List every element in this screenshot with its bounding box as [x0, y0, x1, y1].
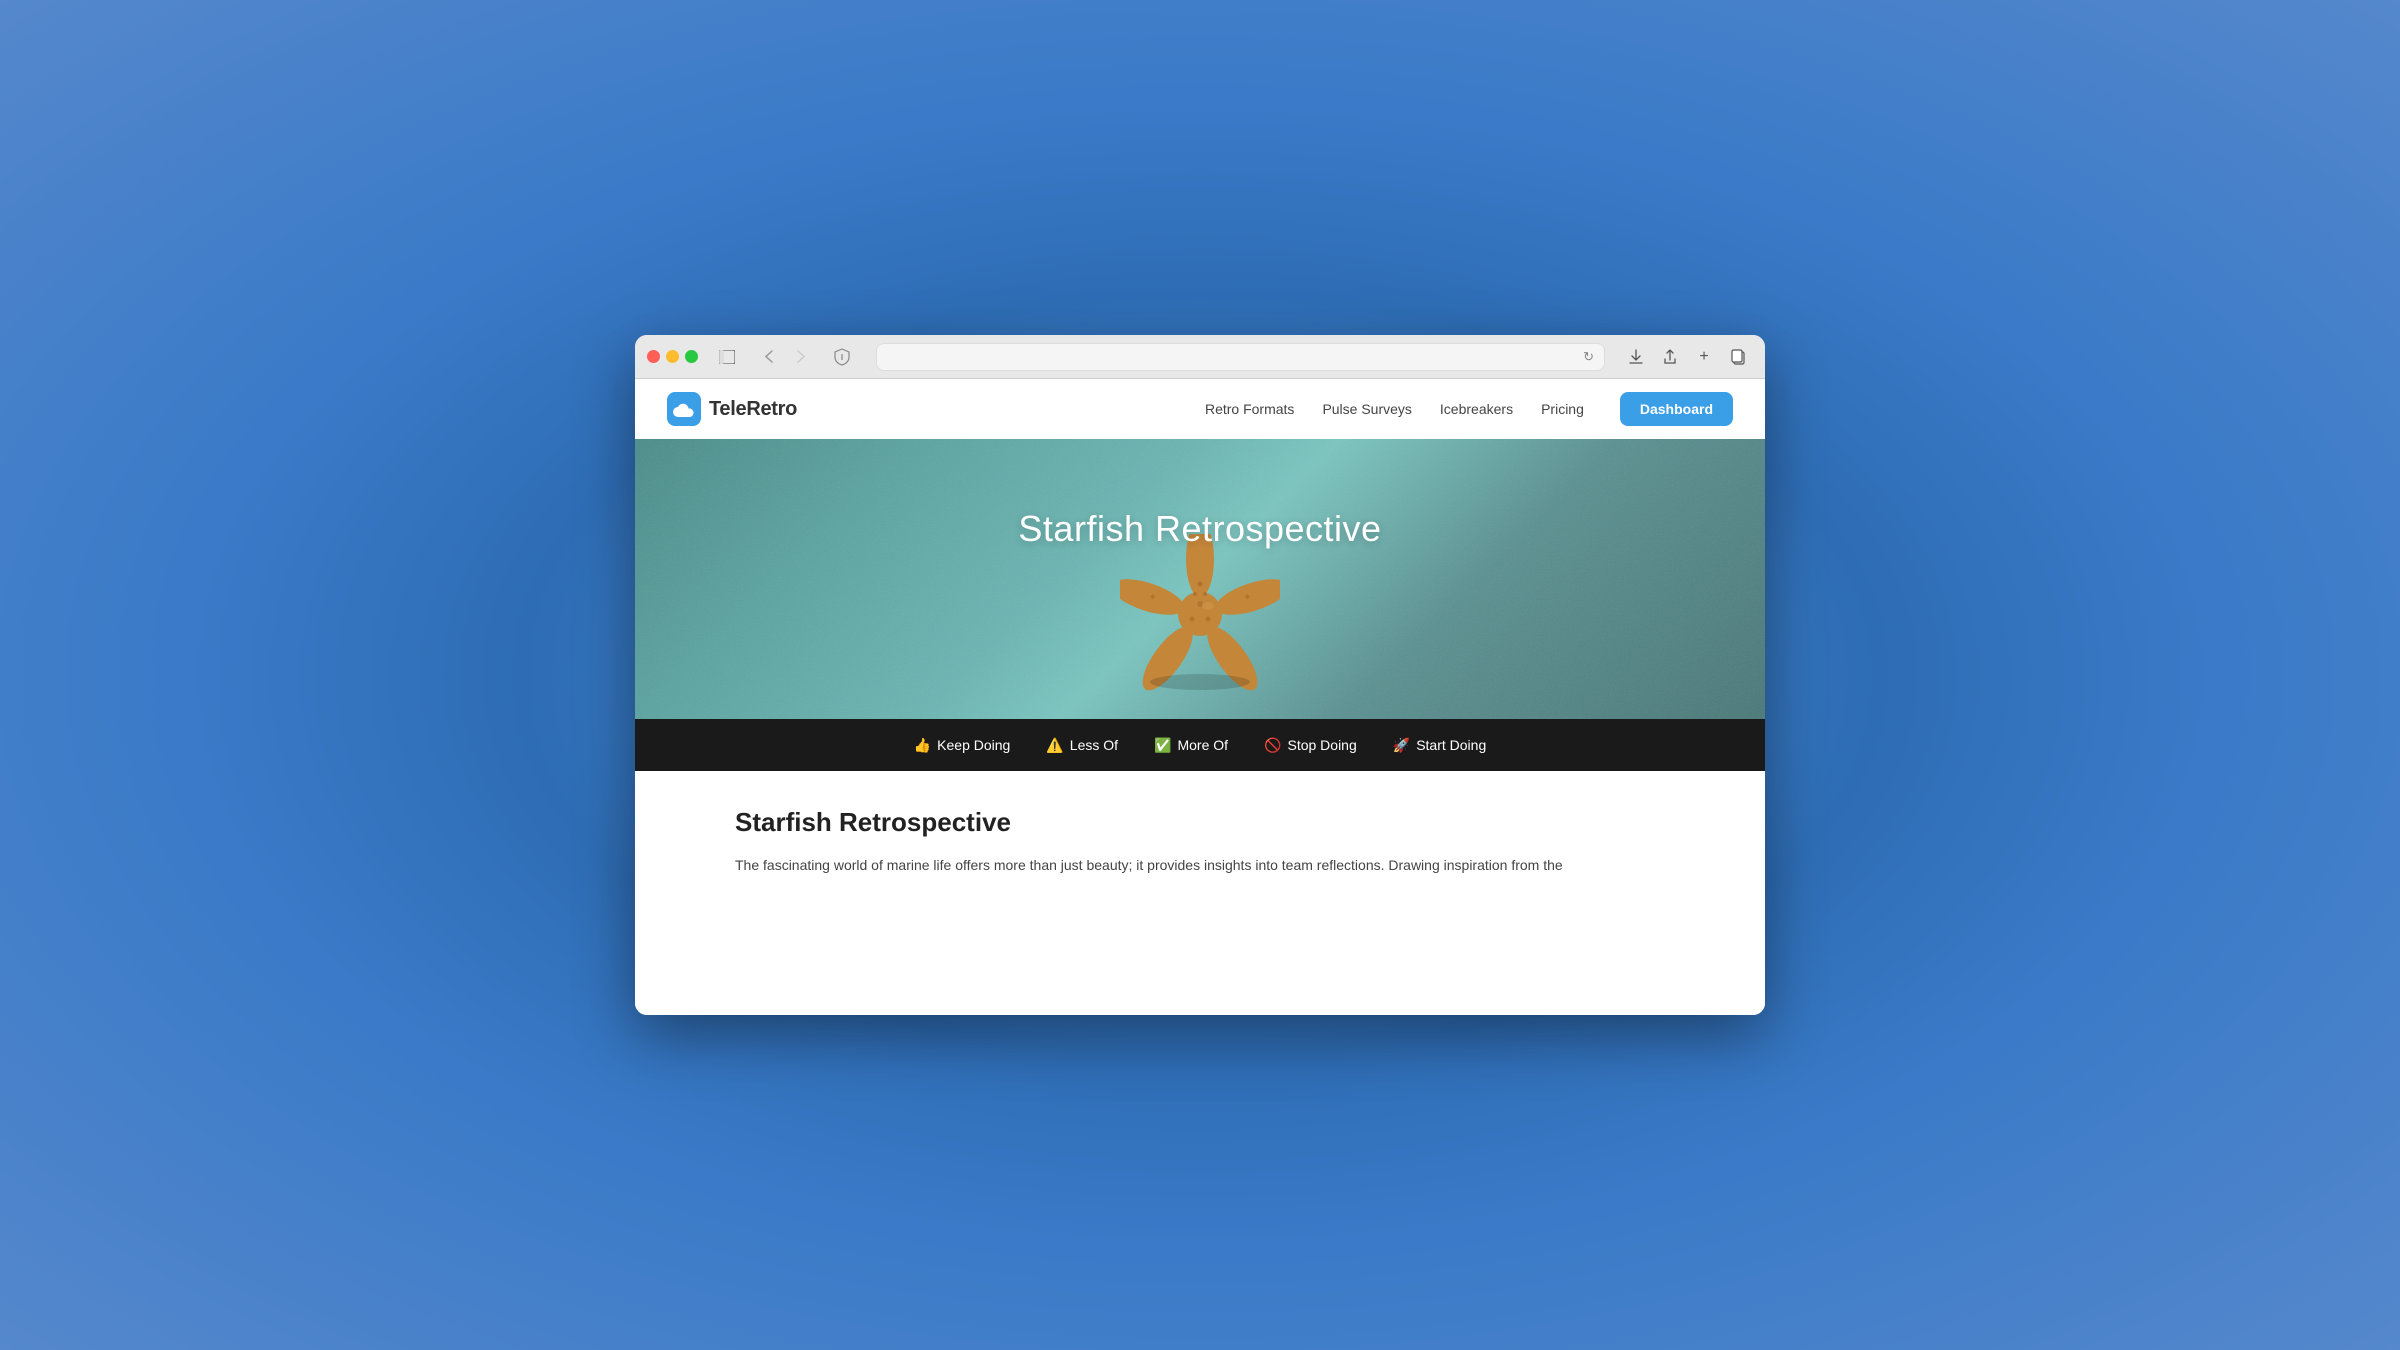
- content-title: Starfish Retrospective: [735, 807, 1665, 838]
- new-tab-icon[interactable]: +: [1689, 344, 1719, 370]
- browser-chrome: ↻ +: [635, 335, 1765, 379]
- traffic-lights: [647, 350, 698, 363]
- reload-icon[interactable]: ↻: [1583, 349, 1594, 365]
- fullscreen-button[interactable]: [685, 350, 698, 363]
- download-icon[interactable]: [1621, 344, 1651, 370]
- back-button[interactable]: [754, 344, 784, 370]
- nav-links: Retro Formats Pulse Surveys Icebreakers …: [1205, 392, 1733, 426]
- stop-doing-label: Stop Doing: [1287, 737, 1356, 753]
- shield-icon: [828, 343, 856, 371]
- nav-icebreakers[interactable]: Icebreakers: [1440, 401, 1513, 417]
- site-nav: TeleRetro Retro Formats Pulse Surveys Ic…: [635, 379, 1765, 439]
- start-doing-emoji: 🚀: [1393, 737, 1410, 754]
- content-area: Starfish Retrospective The fascinating w…: [635, 771, 1765, 1015]
- nav-retro-formats[interactable]: Retro Formats: [1205, 401, 1294, 417]
- more-of-label: More Of: [1177, 737, 1228, 753]
- category-stop-doing[interactable]: 🚫 Stop Doing: [1264, 737, 1357, 754]
- category-bar: 👍 Keep Doing ⚠️ Less Of ✅ More Of 🚫 Stop…: [635, 719, 1765, 771]
- sidebar-toggle-button[interactable]: [712, 344, 742, 370]
- keep-doing-emoji: 👍: [914, 737, 931, 754]
- content-text: The fascinating world of marine life off…: [735, 854, 1665, 876]
- keep-doing-label: Keep Doing: [937, 737, 1010, 753]
- minimize-button[interactable]: [666, 350, 679, 363]
- category-less-of[interactable]: ⚠️ Less Of: [1046, 737, 1118, 754]
- browser-window: ↻ +: [635, 335, 1765, 1015]
- stop-doing-emoji: 🚫: [1264, 737, 1281, 754]
- dashboard-button[interactable]: Dashboard: [1620, 392, 1733, 426]
- nav-buttons: [754, 344, 816, 370]
- hero-section: Starfish Retrospective: [635, 439, 1765, 719]
- more-of-emoji: ✅: [1154, 737, 1171, 754]
- starfish-image: [1120, 534, 1280, 699]
- share-icon[interactable]: [1655, 344, 1685, 370]
- category-more-of[interactable]: ✅ More Of: [1154, 737, 1228, 754]
- forward-button[interactable]: [786, 344, 816, 370]
- hero-title: Starfish Retrospective: [1018, 508, 1381, 550]
- nav-pricing[interactable]: Pricing: [1541, 401, 1584, 417]
- nav-pulse-surveys[interactable]: Pulse Surveys: [1322, 401, 1411, 417]
- browser-actions: +: [1621, 344, 1753, 370]
- logo-area[interactable]: TeleRetro: [667, 392, 797, 426]
- logo-icon: [667, 392, 701, 426]
- less-of-emoji: ⚠️: [1046, 737, 1063, 754]
- logo-text: TeleRetro: [709, 398, 797, 421]
- close-button[interactable]: [647, 350, 660, 363]
- copy-tab-icon[interactable]: [1723, 344, 1753, 370]
- website-content: TeleRetro Retro Formats Pulse Surveys Ic…: [635, 379, 1765, 1015]
- less-of-label: Less Of: [1070, 737, 1118, 753]
- start-doing-label: Start Doing: [1416, 737, 1486, 753]
- address-bar[interactable]: ↻: [876, 343, 1605, 371]
- category-start-doing[interactable]: 🚀 Start Doing: [1393, 737, 1486, 754]
- category-keep-doing[interactable]: 👍 Keep Doing: [914, 737, 1011, 754]
